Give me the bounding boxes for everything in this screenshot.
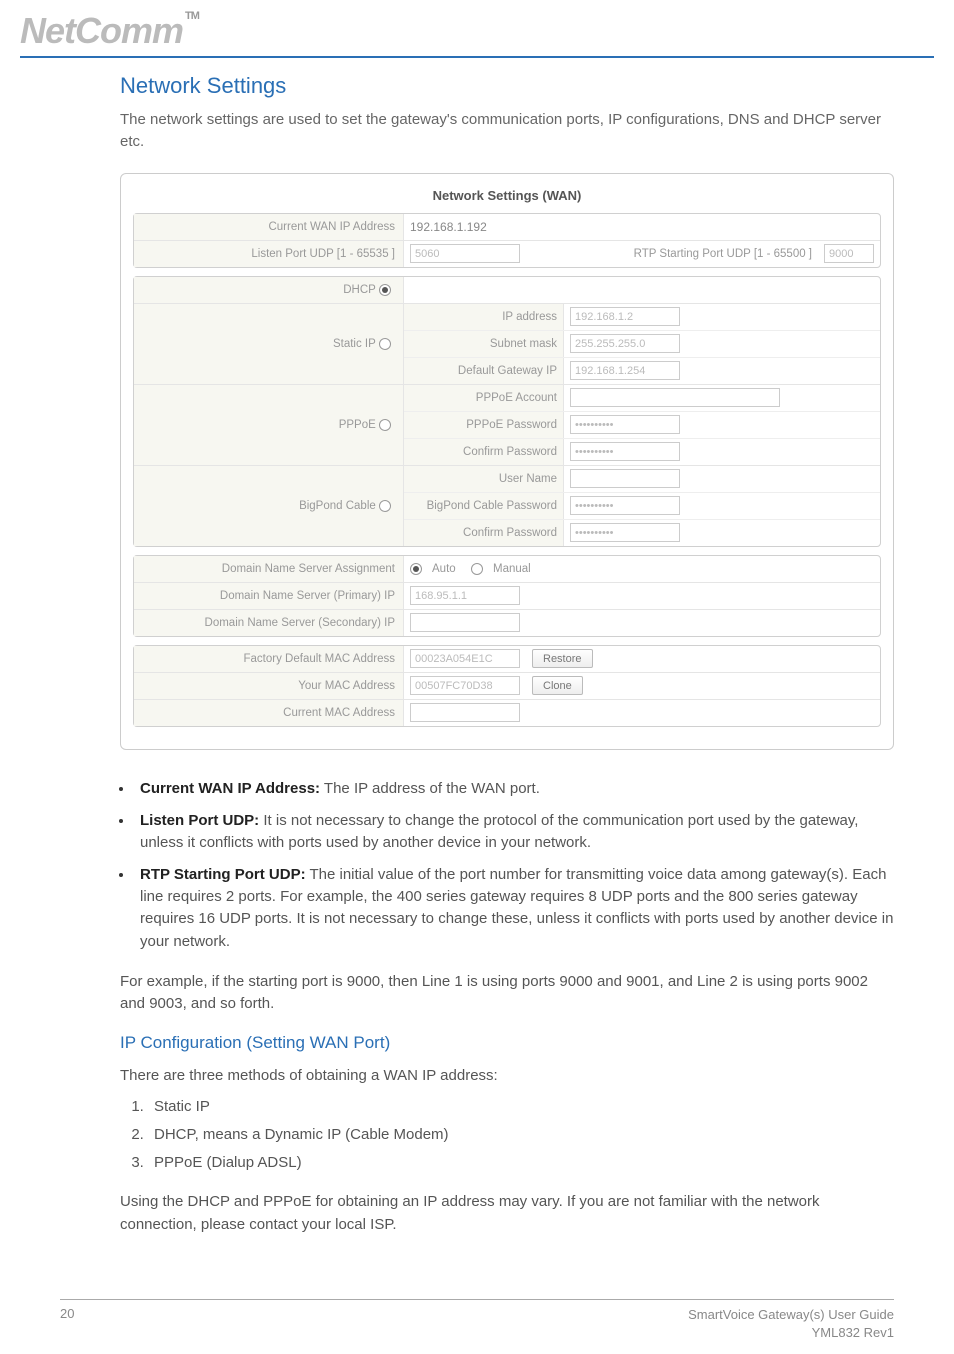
method-static-ip: Static IP: [148, 1095, 894, 1119]
footer-rule: [60, 1299, 894, 1300]
page-footer: 20 SmartVoice Gateway(s) User Guide YML8…: [0, 1299, 954, 1342]
dns-manual-radio[interactable]: [471, 563, 483, 575]
dns-primary-input[interactable]: [410, 586, 520, 605]
current-wan-ip-value: 192.168.1.192: [410, 220, 487, 234]
subnet-mask-input[interactable]: [570, 334, 680, 353]
example-paragraph: For example, if the starting port is 900…: [120, 971, 894, 1015]
dns-manual-label: Manual: [493, 563, 531, 575]
restore-button[interactable]: Restore: [532, 649, 593, 668]
bigpond-password-input[interactable]: [570, 496, 680, 515]
ip-config-group: DHCP Static IP IP address Subnet mas: [133, 276, 881, 547]
pppoe-password-input[interactable]: [570, 415, 680, 434]
pppoe-confirm-label: Confirm Password: [404, 439, 564, 465]
logo-text: NetComm: [20, 10, 183, 51]
footer-guide: SmartVoice Gateway(s) User Guide: [688, 1307, 894, 1322]
subnet-mask-label: Subnet mask: [404, 331, 564, 357]
dns-auto-label: Auto: [432, 563, 456, 575]
tail-paragraph: Using the DHCP and PPPoE for obtaining a…: [120, 1191, 894, 1235]
bigpond-password-label: BigPond Cable Password: [404, 493, 564, 519]
listen-port-label: Listen Port UDP [1 - 65535 ]: [134, 241, 404, 267]
methods-list: Static IP DHCP, means a Dynamic IP (Cabl…: [148, 1095, 894, 1175]
pppoe-radio[interactable]: [379, 419, 391, 431]
pppoe-account-label: PPPoE Account: [404, 385, 564, 411]
default-gateway-input[interactable]: [570, 361, 680, 380]
username-label: User Name: [404, 466, 564, 492]
dns-auto-radio[interactable]: [410, 563, 422, 575]
footer-rev: YML832 Rev1: [812, 1325, 894, 1340]
section-title: Network Settings: [120, 73, 894, 99]
mac-group: Factory Default MAC Address Restore Your…: [133, 645, 881, 727]
username-input[interactable]: [570, 469, 680, 488]
network-settings-box: Network Settings (WAN) Current WAN IP Ad…: [120, 173, 894, 750]
dhcp-label: DHCP: [343, 284, 376, 296]
dns-assignment-label: Domain Name Server Assignment: [134, 556, 404, 582]
current-wan-ip-label: Current WAN IP Address: [134, 214, 404, 240]
rtp-port-input[interactable]: [824, 244, 874, 263]
box-title: Network Settings (WAN): [133, 184, 881, 213]
method-pppoe: PPPoE (Dialup ADSL): [148, 1151, 894, 1175]
static-ip-radio[interactable]: [379, 338, 391, 350]
bigpond-confirm-label: Confirm Password: [404, 520, 564, 546]
method-dhcp: DHCP, means a Dynamic IP (Cable Modem): [148, 1123, 894, 1147]
bigpond-confirm-input[interactable]: [570, 523, 680, 542]
clone-button[interactable]: Clone: [532, 676, 583, 695]
logo-tm: TM: [185, 10, 199, 22]
bigpond-radio[interactable]: [379, 500, 391, 512]
dns-primary-label: Domain Name Server (Primary) IP: [134, 583, 404, 609]
bigpond-label: BigPond Cable: [299, 500, 376, 512]
bullet-listen-port: Listen Port UDP: It is not necessary to …: [134, 810, 894, 854]
methods-intro: There are three methods of obtaining a W…: [120, 1065, 894, 1087]
static-ip-label: Static IP: [333, 338, 376, 350]
dns-secondary-label: Domain Name Server (Secondary) IP: [134, 610, 404, 636]
bullet-current-wan: Current WAN IP Address: The IP address o…: [134, 778, 894, 800]
your-mac-input[interactable]: [410, 676, 520, 695]
pppoe-account-input[interactable]: [570, 388, 780, 407]
pppoe-password-label: PPPoE Password: [404, 412, 564, 438]
listen-port-input[interactable]: [410, 244, 520, 263]
factory-mac-input[interactable]: [410, 649, 520, 668]
logo: NetCommTM: [20, 10, 199, 52]
dns-group: Domain Name Server Assignment Auto Manua…: [133, 555, 881, 637]
your-mac-label: Your MAC Address: [134, 673, 404, 699]
current-mac-label: Current MAC Address: [134, 700, 404, 726]
dhcp-radio[interactable]: [379, 284, 391, 296]
page-number: 20: [60, 1306, 74, 1342]
current-mac-input[interactable]: [410, 703, 520, 722]
pppoe-confirm-input[interactable]: [570, 442, 680, 461]
intro-text: The network settings are used to set the…: [120, 109, 894, 153]
bullet-rtp-port: RTP Starting Port UDP: The initial value…: [134, 864, 894, 953]
pppoe-label: PPPoE: [339, 419, 376, 431]
dns-secondary-input[interactable]: [410, 613, 520, 632]
bullet-list: Current WAN IP Address: The IP address o…: [134, 778, 894, 953]
ip-config-title: IP Configuration (Setting WAN Port): [120, 1033, 894, 1053]
ip-address-label: IP address: [404, 304, 564, 330]
default-gateway-label: Default Gateway IP: [404, 358, 564, 384]
rtp-port-label: RTP Starting Port UDP [1 - 65500 ]: [634, 248, 818, 260]
factory-mac-label: Factory Default MAC Address: [134, 646, 404, 672]
wan-ports-group: Current WAN IP Address 192.168.1.192 Lis…: [133, 213, 881, 268]
ip-address-input[interactable]: [570, 307, 680, 326]
